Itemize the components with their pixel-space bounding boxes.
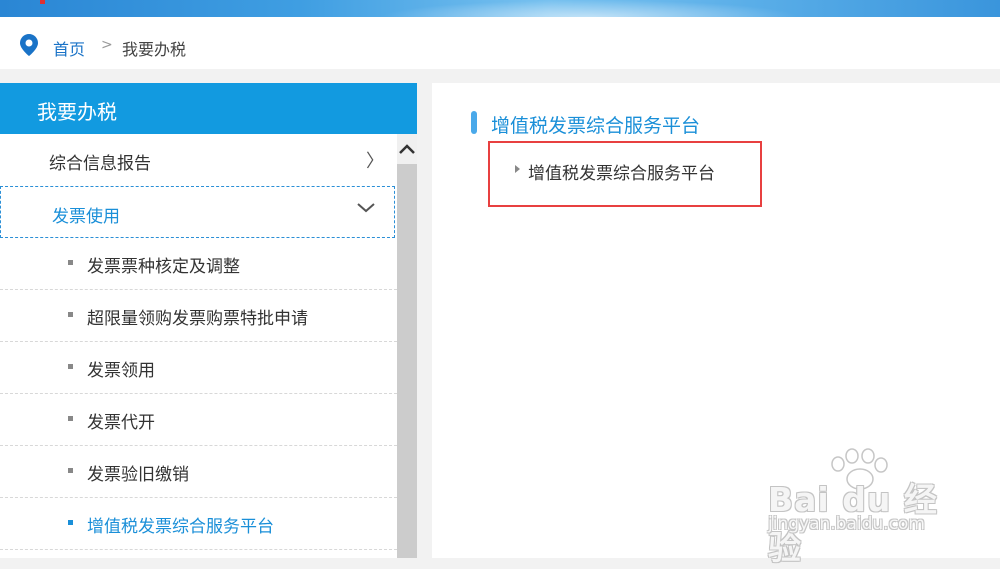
submenu-item-label: 发票代开 bbox=[87, 413, 155, 433]
bullet-icon bbox=[68, 468, 73, 473]
banner-logo-mark bbox=[40, 0, 45, 4]
submenu-item-label: 发票领用 bbox=[87, 361, 155, 381]
submenu-item[interactable]: 发票验旧缴销 bbox=[0, 446, 397, 498]
breadcrumb-current: 我要办税 bbox=[122, 40, 187, 59]
submenu-item[interactable]: 发票领用 bbox=[0, 342, 397, 394]
submenu-item[interactable]: 超限量领购发票购票特批申请 bbox=[0, 290, 397, 342]
sidebar-header: 我要办税 bbox=[0, 83, 417, 134]
menu-item-label: 综合信息报告 bbox=[49, 154, 151, 174]
chevron-down-icon bbox=[357, 203, 375, 213]
sidebar: 我要办税 综合信息报告 〉 发票使用 发票票种核定及调整 超限量领购发票购票特批… bbox=[0, 83, 417, 558]
location-pin-icon bbox=[20, 34, 38, 56]
submenu-item-label: 超限量领购发票购票特批申请 bbox=[87, 309, 308, 329]
top-banner bbox=[0, 0, 1000, 17]
bullet-icon bbox=[68, 312, 73, 317]
chevron-right-icon: 〉 bbox=[366, 151, 384, 172]
title-accent-bar bbox=[471, 111, 477, 134]
bullet-icon bbox=[68, 520, 73, 525]
submenu-item-label: 发票票种核定及调整 bbox=[87, 257, 240, 277]
caret-right-icon bbox=[515, 165, 520, 173]
watermark-url: jingyan.baidu.com bbox=[768, 514, 925, 534]
breadcrumb-home-link[interactable]: 首页 bbox=[53, 36, 85, 60]
submenu-item[interactable]: 发票代开 bbox=[0, 394, 397, 446]
bullet-icon bbox=[68, 260, 73, 265]
sidebar-scrollbar[interactable] bbox=[397, 134, 417, 558]
submenu-item[interactable]: 发票票种核定及调整 bbox=[0, 238, 397, 290]
baidu-watermark: Bai du 经验 jingyan.baidu.com bbox=[762, 448, 962, 567]
breadcrumb-separator: > bbox=[101, 37, 113, 53]
submenu-item-vat-platform[interactable]: 增值税发票综合服务平台 bbox=[0, 498, 397, 550]
menu-item-info-report[interactable]: 综合信息报告 〉 bbox=[0, 134, 397, 186]
menu-item-label: 发票使用 bbox=[52, 207, 120, 227]
menu-item-invoice-use[interactable]: 发票使用 bbox=[0, 186, 395, 238]
vat-platform-link[interactable]: 增值税发票综合服务平台 bbox=[528, 159, 715, 184]
chevron-up-icon bbox=[399, 144, 415, 154]
bullet-icon bbox=[68, 416, 73, 421]
submenu-item-label: 发票验旧缴销 bbox=[87, 465, 189, 485]
scroll-up-button[interactable] bbox=[397, 134, 417, 164]
bullet-icon bbox=[68, 364, 73, 369]
submenu-item-label: 增值税发票综合服务平台 bbox=[87, 517, 274, 537]
sidebar-title: 我要办税 bbox=[37, 100, 117, 124]
banner-decoration bbox=[380, 0, 800, 17]
content-title: 增值税发票综合服务平台 bbox=[491, 115, 701, 137]
sidebar-menu: 综合信息报告 〉 发票使用 发票票种核定及调整 超限量领购发票购票特批申请 发票… bbox=[0, 134, 397, 558]
